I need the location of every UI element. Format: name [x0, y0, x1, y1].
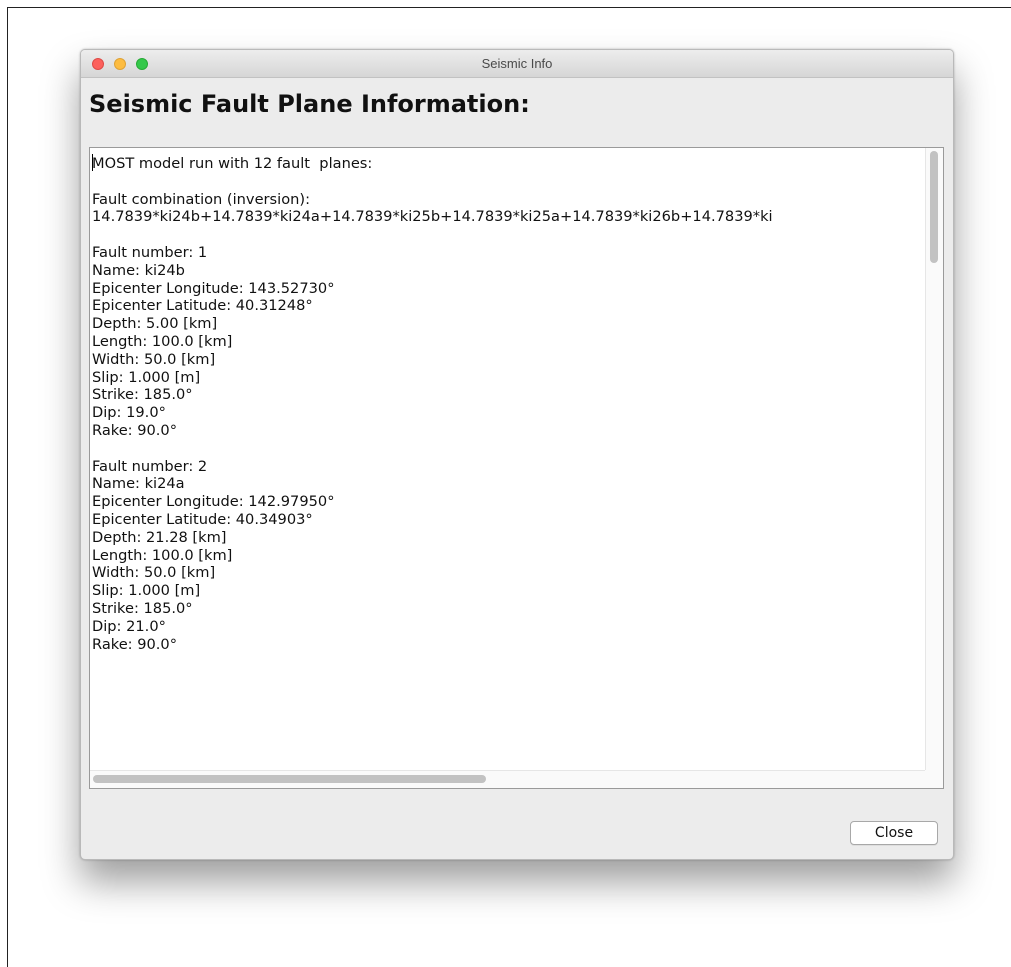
- page-heading: Seismic Fault Plane Information:: [89, 90, 530, 118]
- info-text-line: Strike: 185.0°: [92, 599, 193, 617]
- info-text-line: Dip: 21.0°: [92, 617, 166, 635]
- info-text-line: Fault number: 1: [92, 243, 208, 261]
- info-text-line: Depth: 5.00 [km]: [92, 315, 218, 333]
- info-text-line: Dip: 19.0°: [92, 404, 166, 422]
- horizontal-scrollbar-thumb[interactable]: [93, 775, 486, 783]
- info-text-line: Rake: 90.0°: [92, 635, 178, 653]
- horizontal-scrollbar[interactable]: [90, 770, 925, 788]
- info-text-line: Name: ki24a: [92, 475, 185, 493]
- window-title: Seismic Info: [481, 56, 553, 71]
- info-text-line: 14.7839*ki24b+14.7839*ki24a+14.7839*ki25…: [92, 208, 773, 226]
- info-text-line: Depth: 21.28 [km]: [92, 528, 227, 546]
- info-text-line: Width: 50.0 [km]: [92, 564, 216, 582]
- info-text-line: Length: 100.0 [km]: [92, 332, 233, 350]
- info-text-line: [92, 440, 921, 458]
- close-button[interactable]: Close: [850, 821, 938, 845]
- scrollbar-corner: [925, 770, 943, 788]
- info-text-line: Epicenter Longitude: 142.97950°: [92, 493, 335, 511]
- info-text-line: Slip: 1.000 [m]: [92, 582, 201, 600]
- vertical-scrollbar-thumb[interactable]: [930, 151, 938, 263]
- info-text-line: Fault number: 2: [92, 457, 208, 475]
- info-text-line: Name: ki24b: [92, 261, 185, 279]
- vertical-scrollbar[interactable]: [925, 148, 943, 770]
- info-text-line: Epicenter Longitude: 143.52730°: [92, 279, 335, 297]
- info-text-line: Epicenter Latitude: 40.34903°: [92, 510, 313, 528]
- seismic-info-window: Seismic Info Seismic Fault Plane Informa…: [80, 49, 954, 860]
- title-bar[interactable]: Seismic Info: [81, 50, 953, 78]
- info-text-line: [92, 173, 921, 191]
- info-text-line: Length: 100.0 [km]: [92, 546, 233, 564]
- info-text-line: Slip: 1.000 [m]: [92, 368, 201, 386]
- info-text-line: Fault combination (inversion):: [92, 190, 310, 208]
- info-text-area[interactable]: MOST model run with 12 fault planes: Faul…: [89, 147, 944, 789]
- info-text-line: Epicenter Latitude: 40.31248°: [92, 297, 313, 315]
- info-text-line: Rake: 90.0°: [92, 421, 178, 439]
- info-text-content[interactable]: MOST model run with 12 fault planes: Faul…: [92, 155, 921, 768]
- info-text-line: Strike: 185.0°: [92, 386, 193, 404]
- info-text-line: [92, 226, 921, 244]
- info-text-line: Width: 50.0 [km]: [92, 350, 216, 368]
- info-text-line: MOST model run with 12 fault planes:: [92, 155, 373, 172]
